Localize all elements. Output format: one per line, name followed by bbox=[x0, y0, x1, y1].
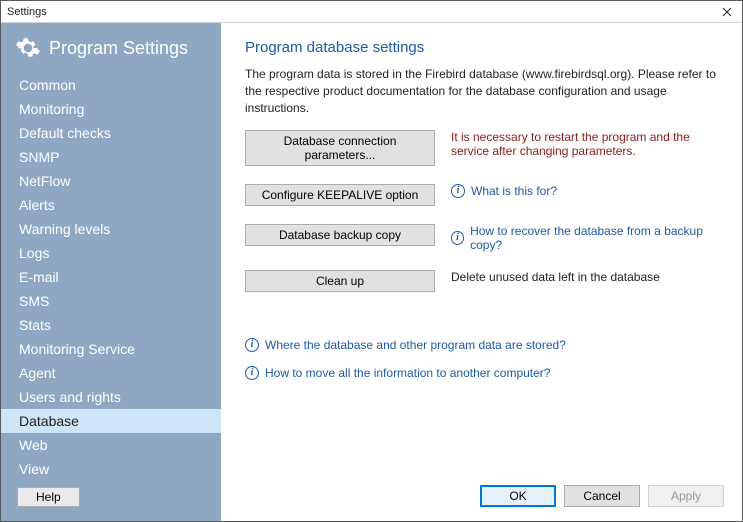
sidebar-item-database[interactable]: Database bbox=[1, 409, 221, 433]
sidebar-item-sms[interactable]: SMS bbox=[1, 289, 221, 313]
info-icon: i bbox=[245, 338, 259, 352]
config-button[interactable]: Database backup copy bbox=[245, 224, 435, 246]
help-button[interactable]: Help bbox=[17, 487, 80, 507]
settings-window: Settings Program Settings CommonMonitori… bbox=[0, 0, 743, 522]
sidebar-item-monitoring[interactable]: Monitoring bbox=[1, 97, 221, 121]
info-link-text: How to recover the database from a backu… bbox=[470, 224, 718, 252]
info-link[interactable]: i What is this for? bbox=[451, 184, 718, 198]
sidebar-item-web[interactable]: Web bbox=[1, 433, 221, 457]
sidebar-item-default-checks[interactable]: Default checks bbox=[1, 121, 221, 145]
row-note: Delete unused data left in the database bbox=[451, 270, 718, 284]
sidebar-item-agent[interactable]: Agent bbox=[1, 361, 221, 385]
sidebar-title: Program Settings bbox=[49, 38, 188, 59]
config-row: Database backup copy i How to recover the … bbox=[245, 224, 718, 252]
sidebar-item-monitoring-service[interactable]: Monitoring Service bbox=[1, 337, 221, 361]
sidebar-item-snmp[interactable]: SNMP bbox=[1, 145, 221, 169]
body: Program Settings CommonMonitoringDefault… bbox=[1, 23, 742, 521]
config-button[interactable]: Configure KEEPALIVE option bbox=[245, 184, 435, 206]
config-button[interactable]: Database connection parameters... bbox=[245, 130, 435, 166]
info-link-text: What is this for? bbox=[471, 184, 557, 198]
config-row: Clean up Delete unused data left in the d… bbox=[245, 270, 718, 292]
gear-icon bbox=[15, 35, 41, 61]
sidebar: Program Settings CommonMonitoringDefault… bbox=[1, 23, 221, 521]
info-link-wrapper: i How to recover the database from a back… bbox=[451, 224, 718, 252]
info-link-wrapper: i What is this for? bbox=[451, 184, 718, 198]
dialog-footer: OK Cancel Apply bbox=[480, 485, 724, 507]
config-row: Configure KEEPALIVE option i What is this … bbox=[245, 184, 718, 206]
apply-button: Apply bbox=[648, 485, 724, 507]
sidebar-item-netflow[interactable]: NetFlow bbox=[1, 169, 221, 193]
help-link[interactable]: i How to move all the information to anot… bbox=[245, 366, 718, 380]
config-row: Database connection parameters... It is n… bbox=[245, 130, 718, 166]
intro-text: The program data is stored in the Firebi… bbox=[245, 66, 718, 116]
window-title: Settings bbox=[7, 6, 718, 18]
info-icon: i bbox=[451, 231, 464, 245]
help-link[interactable]: i Where the database and other program da… bbox=[245, 338, 718, 352]
info-icon: i bbox=[245, 366, 259, 380]
info-icon: i bbox=[451, 184, 465, 198]
titlebar: Settings bbox=[1, 1, 742, 23]
sidebar-item-view[interactable]: View bbox=[1, 457, 221, 477]
sidebar-item-common[interactable]: Common bbox=[1, 73, 221, 97]
ok-button[interactable]: OK bbox=[480, 485, 556, 507]
help-link-text: Where the database and other program dat… bbox=[265, 338, 566, 352]
cancel-button[interactable]: Cancel bbox=[564, 485, 640, 507]
sidebar-nav: CommonMonitoringDefault checksSNMPNetFlo… bbox=[1, 73, 221, 477]
close-icon[interactable] bbox=[718, 3, 736, 21]
help-link-text: How to move all the information to anoth… bbox=[265, 366, 550, 380]
sidebar-item-logs[interactable]: Logs bbox=[1, 241, 221, 265]
sidebar-item-stats[interactable]: Stats bbox=[1, 313, 221, 337]
info-link[interactable]: i How to recover the database from a back… bbox=[451, 224, 718, 252]
sidebar-item-e-mail[interactable]: E-mail bbox=[1, 265, 221, 289]
row-note: It is necessary to restart the program a… bbox=[451, 130, 718, 158]
sidebar-item-users-and-rights[interactable]: Users and rights bbox=[1, 385, 221, 409]
sidebar-item-warning-levels[interactable]: Warning levels bbox=[1, 217, 221, 241]
sidebar-header: Program Settings bbox=[1, 23, 221, 73]
sidebar-item-alerts[interactable]: Alerts bbox=[1, 193, 221, 217]
config-rows: Database connection parameters... It is n… bbox=[245, 130, 718, 310]
main-panel: Program database settings The program da… bbox=[221, 23, 742, 521]
config-button[interactable]: Clean up bbox=[245, 270, 435, 292]
help-links-block: i Where the database and other program da… bbox=[245, 338, 718, 380]
sidebar-footer: Help bbox=[1, 477, 221, 521]
page-title: Program database settings bbox=[245, 39, 718, 56]
